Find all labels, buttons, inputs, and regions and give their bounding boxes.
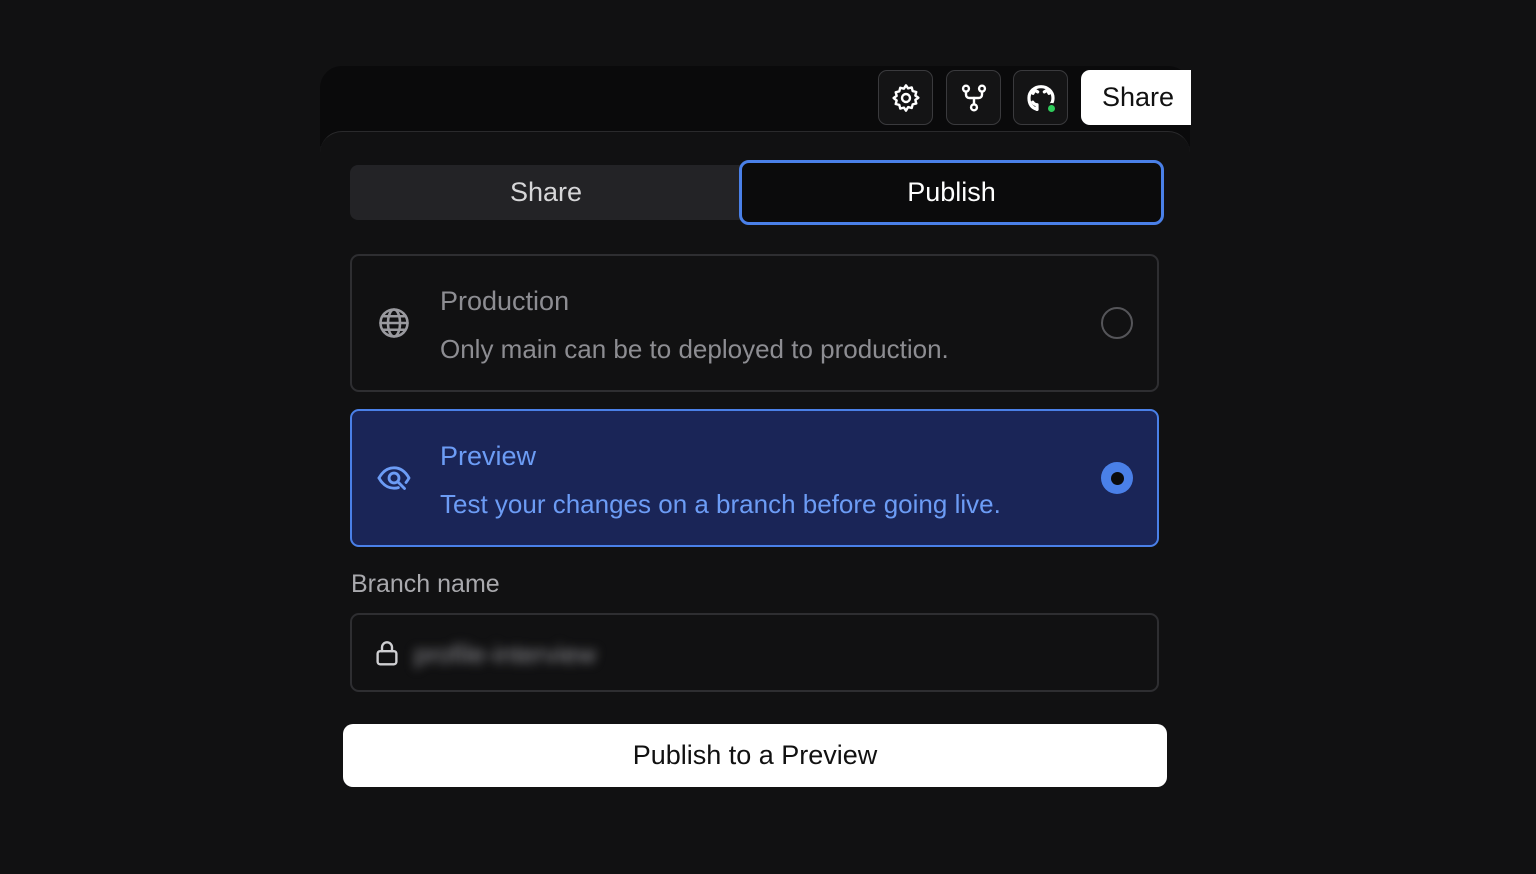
production-radio[interactable] xyxy=(1101,307,1133,339)
branch-name-value: profile-interview xyxy=(414,639,597,669)
branch-name-input[interactable]: profile-interview xyxy=(350,613,1159,692)
option-description: Test your changes on a branch before goi… xyxy=(440,489,1001,519)
option-preview[interactable]: Preview Test your changes on a branch be… xyxy=(350,409,1159,547)
option-production[interactable]: Production Only main can be to deployed … xyxy=(350,254,1159,392)
settings-button[interactable] xyxy=(878,70,933,125)
preview-radio[interactable] xyxy=(1101,462,1133,494)
tab-share[interactable]: Share xyxy=(350,165,742,220)
globe-icon xyxy=(379,308,409,338)
branch-button[interactable] xyxy=(946,70,1001,125)
option-description: Only main can be to deployed to producti… xyxy=(440,334,949,364)
git-fork-icon xyxy=(961,84,986,111)
branch-name-label: Branch name xyxy=(351,570,500,598)
tab-publish[interactable]: Publish xyxy=(739,160,1164,225)
option-title: Production xyxy=(440,286,570,316)
gear-icon xyxy=(891,83,920,112)
github-status-dot xyxy=(1046,103,1057,114)
github-button[interactable] xyxy=(1013,70,1068,125)
lock-icon xyxy=(376,640,398,665)
eye-icon xyxy=(377,466,411,490)
publish-to-preview-button[interactable]: Publish to a Preview xyxy=(343,724,1167,787)
share-button[interactable]: Share xyxy=(1081,70,1191,125)
option-title: Preview xyxy=(440,441,537,471)
